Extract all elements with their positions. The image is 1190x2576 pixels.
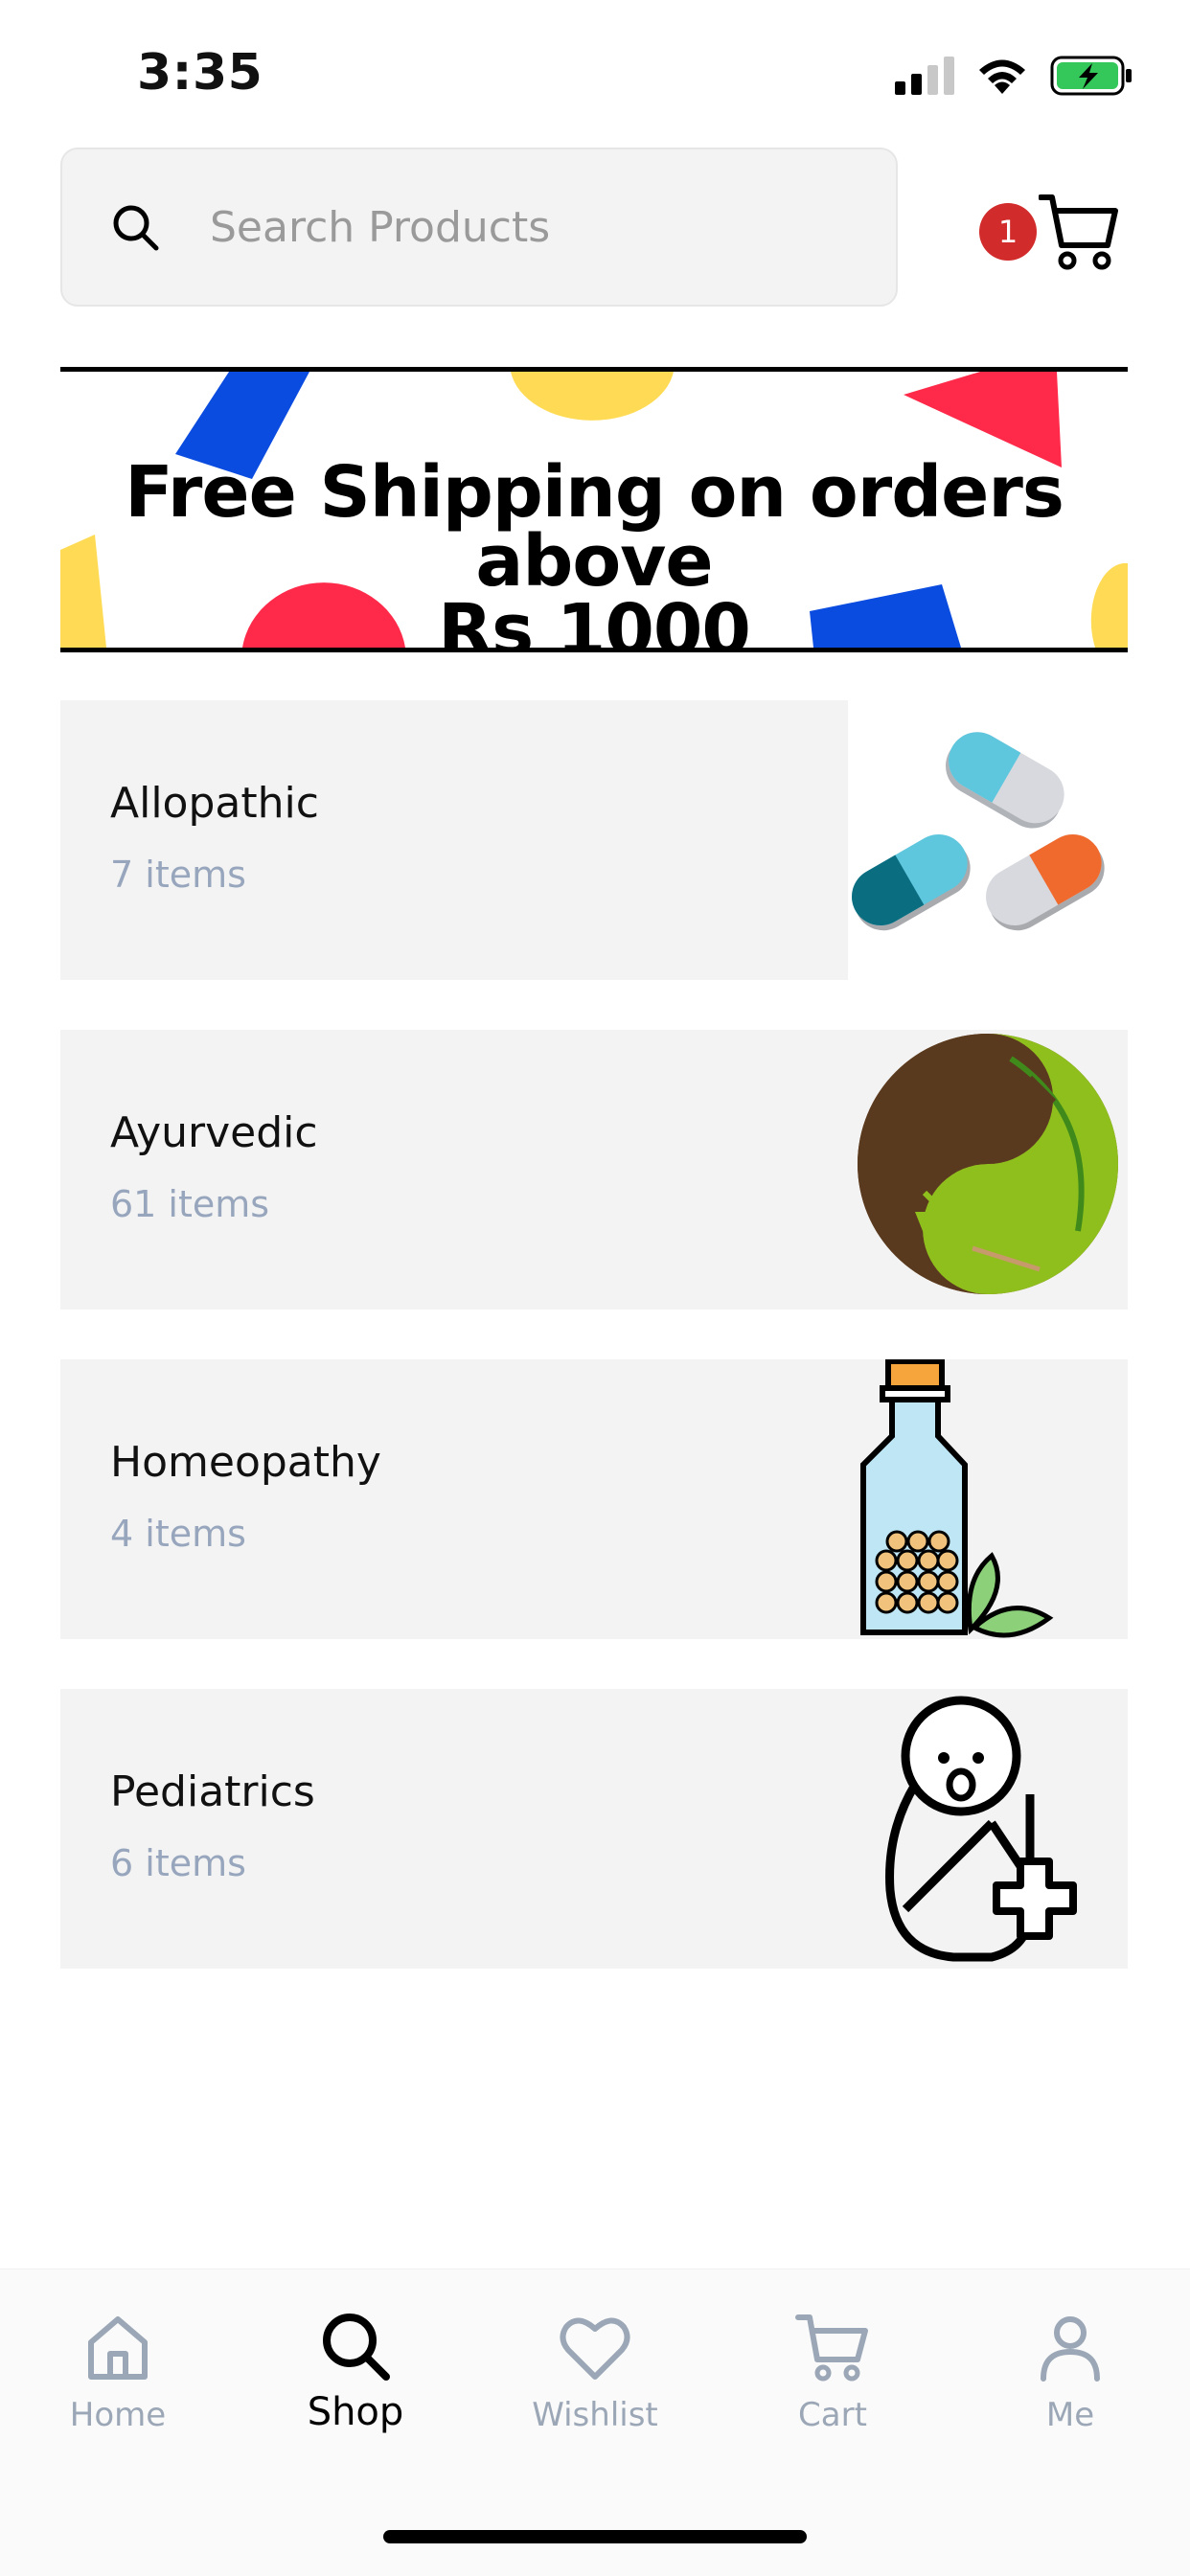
nav-cart-label: Cart <box>798 2396 867 2434</box>
cart-icon <box>795 2314 868 2382</box>
cart-icon <box>1039 194 1118 270</box>
category-count: 7 items <box>110 854 246 896</box>
search-icon <box>323 2314 390 2381</box>
status-bar: 3:35 <box>0 0 1190 144</box>
category-name: Pediatrics <box>110 1767 315 1816</box>
nav-home-label: Home <box>69 2396 167 2434</box>
banner-line-2: Rs 1000 <box>438 589 751 652</box>
category-name: Allopathic <box>110 779 319 828</box>
category-card-allopathic[interactable]: Allopathic 7 items <box>60 700 1128 980</box>
category-count: 61 items <box>110 1183 270 1225</box>
category-count: 4 items <box>110 1513 246 1555</box>
nav-shop-label: Shop <box>307 2390 404 2434</box>
wifi-icon <box>979 59 1025 94</box>
search-icon <box>113 205 159 251</box>
nav-cart[interactable]: Cart <box>737 2310 928 2434</box>
category-count: 6 items <box>110 1842 246 1884</box>
free-shipping-banner[interactable]: Free Shipping on orders above Rs 1000 <box>60 367 1128 652</box>
search-input[interactable] <box>208 201 835 253</box>
category-name: Homeopathy <box>110 1438 381 1487</box>
ayurveda-yin-yang-image <box>858 1034 1118 1294</box>
cellular-signal-icon <box>895 57 954 95</box>
user-icon <box>1041 2316 1100 2382</box>
home-icon <box>88 2316 148 2380</box>
pills-image <box>848 700 1128 980</box>
baby-medical-image <box>885 1696 1077 1962</box>
nav-wishlist-label: Wishlist <box>532 2396 658 2434</box>
status-time: 3:35 <box>137 44 263 102</box>
status-icons <box>895 56 1133 96</box>
category-card-ayurvedic[interactable]: Ayurvedic 61 items <box>60 1030 1128 1310</box>
homeopathy-bottle-image <box>860 1359 1054 1638</box>
nav-wishlist[interactable]: Wishlist <box>499 2310 691 2434</box>
header-cart-button[interactable]: 1 <box>979 192 1118 278</box>
search-bar[interactable] <box>60 148 898 307</box>
nav-shop[interactable]: Shop <box>260 2310 451 2434</box>
nav-me-label: Me <box>1045 2396 1095 2434</box>
heart-icon <box>560 2317 630 2380</box>
cart-badge: 1 <box>979 203 1037 261</box>
banner-line-1: Free Shipping on orders above <box>125 451 1064 603</box>
nav-me[interactable]: Me <box>974 2310 1166 2434</box>
category-name: Ayurvedic <box>110 1108 318 1157</box>
banner-text: Free Shipping on orders above Rs 1000 <box>60 451 1128 652</box>
battery-charging-icon <box>1050 56 1132 96</box>
category-card-pediatrics[interactable]: Pediatrics 6 items <box>60 1689 1128 1969</box>
category-card-homeopathy[interactable]: Homeopathy 4 items <box>60 1359 1128 1639</box>
home-indicator <box>383 2530 807 2543</box>
nav-home[interactable]: Home <box>22 2310 214 2434</box>
